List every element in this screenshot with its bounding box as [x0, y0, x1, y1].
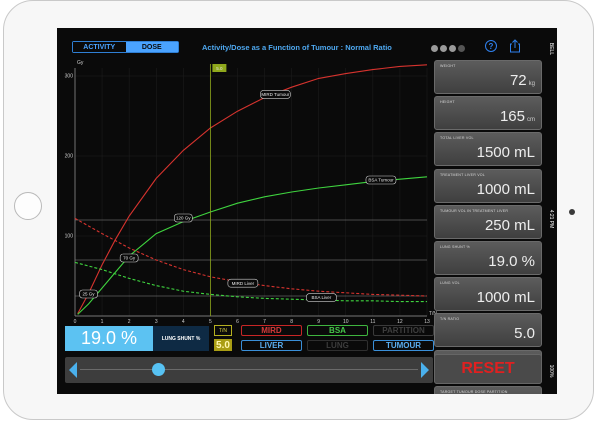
- lung-shunt-value[interactable]: 19.0 %: [65, 326, 153, 351]
- param-tile[interactable]: LUNG SHUNT % 19.0 %: [434, 240, 542, 275]
- param-unit: cm: [527, 117, 535, 124]
- chevron-right-icon[interactable]: [421, 362, 429, 378]
- x-tick-label: 1: [101, 319, 104, 325]
- param-tile[interactable]: HEIGHT 165 cm: [434, 96, 542, 131]
- tab-activity[interactable]: ACTIVITY: [73, 42, 126, 52]
- param-value-text: 250 mL: [484, 216, 535, 234]
- param-value: 1000 mL: [477, 182, 535, 197]
- param-label: WEIGHT: [440, 64, 456, 68]
- home-button[interactable]: [14, 192, 42, 220]
- param-label: TARGET TUMOUR DOSE PARTITION: [440, 389, 508, 394]
- page-dot[interactable]: [440, 45, 447, 52]
- y-axis-title: Gy: [77, 60, 84, 66]
- x-tick-label: 6: [236, 319, 239, 325]
- y-tick-label: 300: [65, 74, 74, 80]
- param-value-text: 165: [499, 108, 525, 126]
- mird-button[interactable]: MIRD: [241, 325, 302, 336]
- page-title: Activity/Dose as a Function of Tumour : …: [202, 43, 392, 52]
- y-tick-label: 200: [65, 154, 74, 160]
- page-dot[interactable]: [449, 45, 456, 52]
- param-value: 72 kg: [510, 73, 535, 88]
- series-line-mird-tumour: [77, 64, 428, 314]
- status-bar: BELL 4:21 PM 100%: [545, 28, 557, 394]
- param-label: LUNG VOL: [440, 281, 460, 286]
- carrier-label: BELL: [548, 42, 554, 56]
- tn-cursor-label: 5.0: [216, 66, 223, 71]
- x-tick-label: 2: [128, 319, 131, 325]
- param-label: LUNG SHUNT %: [440, 244, 470, 249]
- param-value: 1500 mL: [477, 145, 535, 160]
- series-label: MIRD Tumour: [261, 92, 290, 97]
- param-value-text: 1500 mL: [476, 144, 535, 162]
- param-value: 19.0 %: [488, 254, 535, 269]
- param-label: TREATMENT LIVER VOL: [440, 172, 486, 177]
- param-label: HEIGHT: [440, 100, 455, 105]
- param-value: 165 cm: [500, 109, 535, 124]
- liver-button[interactable]: LIVER: [241, 340, 302, 351]
- param-value: 5.0: [514, 326, 535, 341]
- param-tile[interactable]: LUNG VOL 1000 mL: [434, 277, 542, 312]
- series-line-bsa-tumour: [77, 176, 428, 315]
- slider-track[interactable]: [80, 369, 418, 370]
- param-value-text: 5.0: [514, 325, 535, 343]
- tn-value[interactable]: 5.0: [214, 339, 232, 351]
- reference-label: 25 Gy: [83, 292, 96, 297]
- param-label: T/N RATIO: [440, 317, 460, 322]
- param-label: TUMOUR VOL IN TREATMENT LIVER: [440, 208, 509, 213]
- lung-shunt-label: LUNG SHUNT %: [153, 326, 209, 351]
- param-value: 250 mL: [485, 218, 535, 233]
- param-value-text: 1000 mL: [476, 289, 535, 307]
- y-tick-label: 100: [65, 234, 74, 240]
- param-value: 1000 mL: [477, 290, 535, 305]
- param-tile[interactable]: T/N RATIO 5.0: [434, 313, 542, 348]
- app-screen: 0 1 2 3 4 5 6 7 8 9 10 11 12 13 100 200 300 Gy T/N 5.0 120 G…: [57, 28, 545, 394]
- help-icon[interactable]: ?: [485, 40, 497, 52]
- partition-button[interactable]: PARTITION: [373, 325, 434, 336]
- param-tile[interactable]: TREATMENT LIVER VOL 1000 mL: [434, 168, 542, 203]
- param-value-text: 72: [509, 72, 527, 89]
- status-time: 4:21 PM: [548, 209, 554, 229]
- page-dot[interactable]: [458, 45, 465, 52]
- page-indicator[interactable]: [431, 45, 465, 52]
- share-icon[interactable]: [509, 39, 521, 53]
- x-tick-label: 0: [74, 319, 77, 325]
- lung-shunt-slider[interactable]: [65, 357, 433, 383]
- bsa-button[interactable]: BSA: [307, 325, 368, 336]
- x-tick-label: 5: [209, 319, 212, 325]
- page-dot[interactable]: [431, 45, 438, 52]
- reset-button[interactable]: RESET: [434, 354, 542, 384]
- param-value-text: 19.0 %: [488, 252, 535, 270]
- series-label: BSA Liver: [312, 295, 332, 300]
- reference-label: 120 Gy: [176, 216, 191, 221]
- slider-thumb[interactable]: [151, 363, 165, 376]
- x-tick-label: 4: [182, 319, 185, 325]
- param-label: TOTAL LIVER VOL: [440, 136, 474, 141]
- param-value-text: 1000 mL: [476, 180, 535, 198]
- mode-segmented-control: ACTIVITY DOSE: [72, 41, 179, 53]
- reference-label: 70 Gy: [123, 256, 136, 261]
- param-tile[interactable]: TUMOUR VOL IN TREATMENT LIVER 250 mL: [434, 204, 542, 239]
- param-tile[interactable]: TOTAL LIVER VOL 1500 mL: [434, 132, 542, 167]
- tumour-button[interactable]: TUMOUR: [373, 340, 434, 351]
- x-tick-label: 3: [155, 319, 158, 325]
- battery-label: 100%: [548, 364, 554, 378]
- series-label: MIRD Liver: [232, 281, 255, 286]
- param-unit: kg: [528, 81, 535, 87]
- tab-dose[interactable]: DOSE: [125, 42, 178, 52]
- param-tile[interactable]: WEIGHT 72 kg: [434, 60, 542, 94]
- series-label: BSA Tumour: [368, 178, 394, 183]
- param-tile[interactable]: TARGET TUMOUR DOSE PARTITION110 Gy: [434, 385, 542, 394]
- chevron-left-icon[interactable]: [69, 362, 77, 378]
- tn-label: T/N: [214, 325, 232, 336]
- front-camera: [569, 209, 575, 215]
- parameter-panel: WEIGHT 72 kg HEIGHT 165 cm TOTAL LIVER VOL 1500…: [434, 60, 542, 394]
- lung-button[interactable]: LUNG: [307, 340, 368, 351]
